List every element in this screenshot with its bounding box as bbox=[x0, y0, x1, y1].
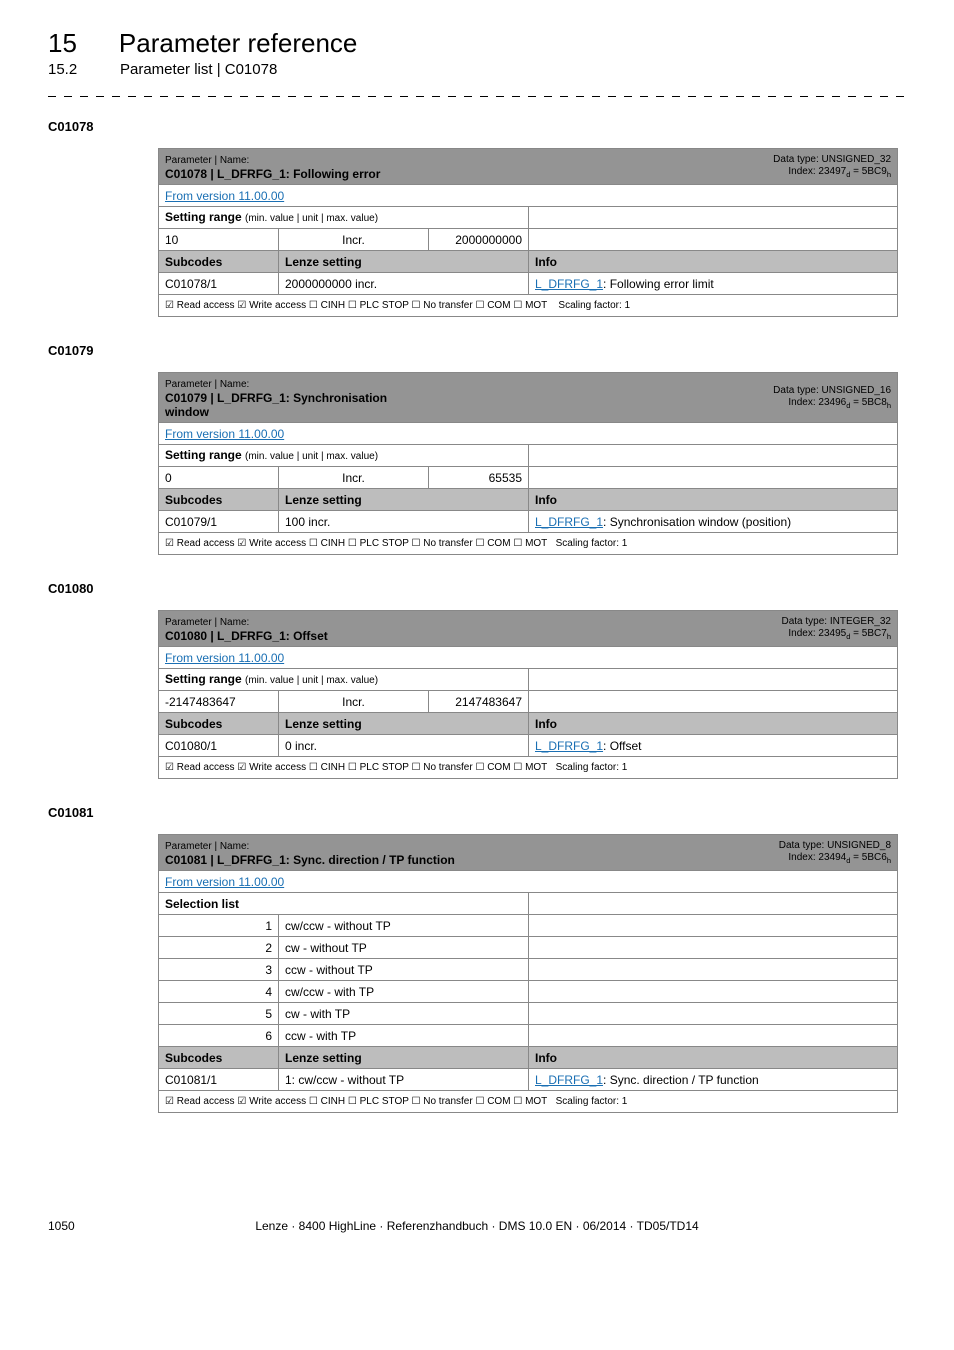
subcodes-header: Subcodes bbox=[159, 251, 279, 273]
subchapter-number: 15.2 bbox=[48, 61, 78, 78]
param-table-c01079: Parameter | Name: C01079 | L_DFRFG_1: Sy… bbox=[158, 372, 898, 555]
param-name: C01078 | L_DFRFG_1: Following error bbox=[165, 167, 380, 181]
access-flags: ☑ Read access ☑ Write access ☐ CINH ☐ PL… bbox=[165, 300, 547, 311]
chapter-number: 15 bbox=[48, 28, 77, 59]
info-link[interactable]: L_DFRFG_1 bbox=[535, 515, 603, 529]
index-pre: Index: 23497 bbox=[788, 166, 846, 177]
info-link[interactable]: L_DFRFG_1 bbox=[535, 1073, 603, 1087]
unit: Incr. bbox=[279, 229, 429, 251]
info-text: : Following error limit bbox=[603, 277, 714, 291]
setting-range-label: Setting range bbox=[165, 210, 245, 224]
chapter-title: Parameter reference bbox=[119, 28, 357, 59]
version-link[interactable]: From version 11.00.00 bbox=[165, 189, 284, 203]
footer-text: Lenze · 8400 HighLine · Referenzhandbuch… bbox=[48, 1219, 906, 1233]
page-number: 1050 bbox=[48, 1219, 75, 1233]
scaling: Scaling factor: 1 bbox=[558, 300, 630, 311]
param-anchor: C01080 bbox=[48, 581, 906, 596]
selection-list-header: Selection list bbox=[159, 893, 529, 915]
param-name: C01079 | L_DFRFG_1: Synchronisation wind… bbox=[165, 391, 387, 419]
subcode: C01078/1 bbox=[159, 273, 279, 295]
setting-value: 2000000000 incr. bbox=[279, 273, 529, 295]
subchapter-heading: 15.2 Parameter list | C01078 bbox=[48, 61, 906, 78]
divider bbox=[48, 96, 906, 97]
param-table-c01081: Parameter | Name: C01081 | L_DFRFG_1: Sy… bbox=[158, 834, 898, 1113]
param-table-c01080: Parameter | Name: C01080 | L_DFRFG_1: Of… bbox=[158, 610, 898, 779]
min-value: 10 bbox=[159, 229, 279, 251]
version-link[interactable]: From version 11.00.00 bbox=[165, 427, 284, 441]
info-header: Info bbox=[529, 251, 898, 273]
chapter-heading: 15 Parameter reference bbox=[48, 28, 906, 59]
param-name-label: Parameter | Name: bbox=[165, 155, 249, 166]
version-link[interactable]: From version 11.00.00 bbox=[165, 651, 284, 665]
data-type: Data type: UNSIGNED_32 bbox=[773, 154, 891, 165]
subchapter-title: Parameter list | C01078 bbox=[120, 61, 277, 78]
param-anchor: C01079 bbox=[48, 343, 906, 358]
max-value: 2000000000 bbox=[429, 229, 529, 251]
lenze-setting-header: Lenze setting bbox=[279, 251, 529, 273]
param-anchor: C01081 bbox=[48, 805, 906, 820]
info-link[interactable]: L_DFRFG_1 bbox=[535, 739, 603, 753]
param-name: C01080 | L_DFRFG_1: Offset bbox=[165, 629, 328, 643]
param-anchor: C01078 bbox=[48, 119, 906, 134]
version-link[interactable]: From version 11.00.00 bbox=[165, 875, 284, 889]
param-table-c01078: Parameter | Name: C01078 | L_DFRFG_1: Fo… bbox=[158, 148, 898, 317]
info-link[interactable]: L_DFRFG_1 bbox=[535, 277, 603, 291]
index-suf: = 5BC9 bbox=[850, 166, 886, 177]
param-name: C01081 | L_DFRFG_1: Sync. direction / TP… bbox=[165, 853, 455, 867]
page-footer: 1050 Lenze · 8400 HighLine · Referenzhan… bbox=[0, 1219, 954, 1253]
